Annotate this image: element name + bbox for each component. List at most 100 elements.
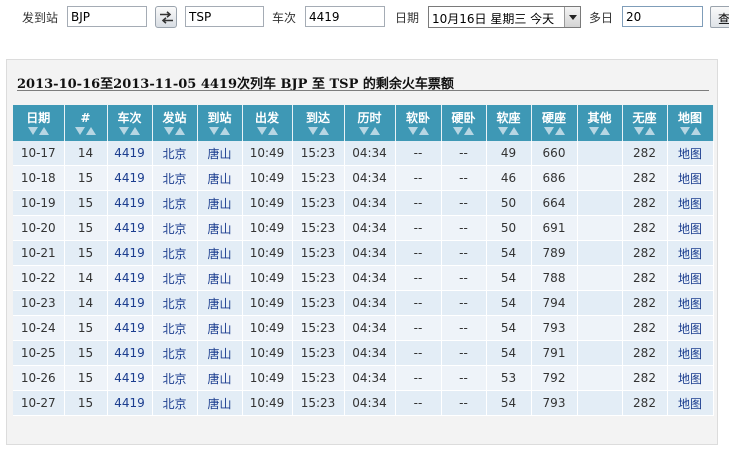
sort-desc-icon[interactable] [543, 127, 554, 135]
from-station-link[interactable]: 北京 [152, 315, 198, 341]
sort-icon[interactable] [198, 126, 242, 136]
sort-asc-icon[interactable] [690, 127, 701, 135]
sort-desc-icon[interactable] [453, 127, 463, 135]
sort-icon[interactable] [668, 126, 713, 136]
from-station-input[interactable] [67, 6, 147, 27]
train-link[interactable]: 4419 [107, 265, 153, 291]
sort-icon[interactable] [13, 126, 64, 136]
train-number-input[interactable] [305, 6, 385, 27]
sort-desc-icon[interactable] [119, 127, 129, 135]
train-link[interactable]: 4419 [107, 141, 153, 166]
sort-desc-icon[interactable] [27, 127, 38, 135]
sort-icon[interactable] [108, 126, 152, 136]
map-link[interactable]: 地图 [667, 290, 714, 316]
sort-icon[interactable] [532, 126, 577, 136]
sort-desc-icon[interactable] [209, 127, 219, 135]
sort-icon[interactable] [243, 126, 292, 136]
sort-asc-icon[interactable] [645, 127, 655, 135]
sort-desc-icon[interactable] [256, 127, 267, 135]
days-input[interactable] [622, 6, 703, 27]
from-station-link[interactable]: 北京 [152, 215, 198, 241]
column-header-hard-sleeper[interactable]: 硬卧 [441, 105, 487, 141]
swap-stations-button[interactable] [155, 6, 177, 28]
sort-icon[interactable] [153, 126, 197, 136]
map-link[interactable]: 地图 [667, 240, 714, 266]
to-station-link[interactable]: 唐山 [197, 165, 243, 191]
from-station-link[interactable]: 北京 [152, 141, 198, 166]
to-station-link[interactable]: 唐山 [197, 315, 243, 341]
column-header-no-seat[interactable]: 无座 [622, 105, 668, 141]
to-station-link[interactable]: 唐山 [197, 340, 243, 366]
sort-desc-icon[interactable] [75, 127, 85, 135]
from-station-link[interactable]: 北京 [152, 390, 198, 416]
sort-asc-icon[interactable] [509, 127, 519, 135]
to-station-link[interactable]: 唐山 [197, 190, 243, 216]
sort-icon[interactable] [396, 126, 441, 136]
train-link[interactable]: 4419 [107, 315, 153, 341]
sort-asc-icon[interactable] [38, 127, 49, 135]
from-station-link[interactable]: 北京 [152, 340, 198, 366]
sort-asc-icon[interactable] [175, 127, 185, 135]
column-header-depart[interactable]: 出发 [242, 105, 293, 141]
train-link[interactable]: 4419 [107, 365, 153, 391]
column-header-soft-sleeper[interactable]: 软卧 [395, 105, 442, 141]
train-link[interactable]: 4419 [107, 390, 153, 416]
train-link[interactable]: 4419 [107, 190, 153, 216]
train-link[interactable]: 4419 [107, 290, 153, 316]
column-header-other[interactable]: 其他 [577, 105, 623, 141]
from-station-link[interactable]: 北京 [152, 365, 198, 391]
map-link[interactable]: 地图 [667, 390, 714, 416]
map-link[interactable]: 地图 [667, 340, 714, 366]
sort-asc-icon[interactable] [220, 127, 230, 135]
date-select[interactable]: 10月16日 星期三 今天 [428, 6, 581, 28]
sort-icon[interactable] [293, 126, 344, 136]
from-station-link[interactable]: 北京 [152, 190, 198, 216]
map-link[interactable]: 地图 [667, 265, 714, 291]
from-station-link[interactable]: 北京 [152, 240, 198, 266]
train-link[interactable]: 4419 [107, 215, 153, 241]
sort-asc-icon[interactable] [600, 127, 610, 135]
sort-asc-icon[interactable] [86, 127, 96, 135]
train-link[interactable]: 4419 [107, 240, 153, 266]
sort-desc-icon[interactable] [307, 127, 318, 135]
sort-asc-icon[interactable] [418, 127, 429, 135]
from-station-link[interactable]: 北京 [152, 165, 198, 191]
train-link[interactable]: 4419 [107, 165, 153, 191]
sort-icon[interactable] [623, 126, 667, 136]
sort-desc-icon[interactable] [359, 127, 369, 135]
sort-asc-icon[interactable] [130, 127, 140, 135]
map-link[interactable]: 地图 [667, 365, 714, 391]
map-link[interactable]: 地图 [667, 165, 714, 191]
sort-desc-icon[interactable] [634, 127, 644, 135]
column-header-from[interactable]: 发站 [152, 105, 198, 141]
chevron-down-icon[interactable] [564, 7, 580, 27]
map-link[interactable]: 地图 [667, 315, 714, 341]
column-header-train[interactable]: 车次 [107, 105, 153, 141]
sort-desc-icon[interactable] [164, 127, 174, 135]
to-station-link[interactable]: 唐山 [197, 290, 243, 316]
sort-asc-icon[interactable] [318, 127, 329, 135]
sort-desc-icon[interactable] [679, 127, 690, 135]
column-header-soft-seat[interactable]: 软座 [486, 105, 532, 141]
to-station-link[interactable]: 唐山 [197, 240, 243, 266]
query-button[interactable]: 查 [710, 6, 729, 28]
sort-desc-icon[interactable] [589, 127, 599, 135]
to-station-input[interactable] [185, 6, 264, 27]
column-header-to[interactable]: 到站 [197, 105, 243, 141]
sort-asc-icon[interactable] [267, 127, 278, 135]
column-header-duration[interactable]: 历时 [344, 105, 396, 141]
sort-icon[interactable] [345, 126, 395, 136]
to-station-link[interactable]: 唐山 [197, 141, 243, 166]
train-link[interactable]: 4419 [107, 340, 153, 366]
from-station-link[interactable]: 北京 [152, 290, 198, 316]
column-header-date[interactable]: 日期 [13, 105, 65, 141]
map-link[interactable]: 地图 [667, 190, 714, 216]
sort-asc-icon[interactable] [554, 127, 565, 135]
column-header-hard-seat[interactable]: 硬座 [531, 105, 578, 141]
column-header-seq[interactable]: # [64, 105, 108, 141]
sort-asc-icon[interactable] [464, 127, 474, 135]
map-link[interactable]: 地图 [667, 141, 714, 166]
to-station-link[interactable]: 唐山 [197, 215, 243, 241]
column-header-arrive[interactable]: 到达 [292, 105, 345, 141]
to-station-link[interactable]: 唐山 [197, 390, 243, 416]
